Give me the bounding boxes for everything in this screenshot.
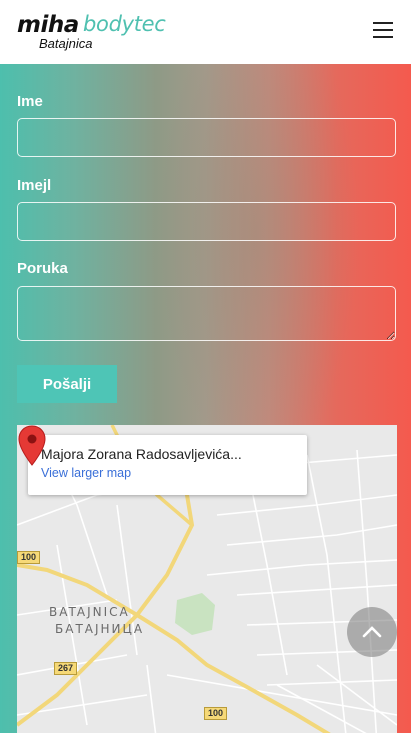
email-label: Imejl: [17, 177, 52, 194]
message-label: Poruka: [17, 260, 68, 277]
embedded-map[interactable]: Majora Zorana Radosavljevića... View lar…: [17, 425, 397, 733]
name-input[interactable]: [17, 118, 396, 157]
map-pin-icon[interactable]: [17, 425, 47, 467]
road-shield: 267: [54, 662, 78, 675]
map-area-label-cyrillic: БАТАЈНИЦА: [55, 622, 145, 636]
site-logo[interactable]: miha bodytec Batajnica: [17, 12, 167, 52]
logo-word-miha: miha: [17, 12, 79, 38]
road-shield: 100: [17, 551, 41, 564]
message-textarea[interactable]: [17, 286, 396, 341]
site-header: miha bodytec Batajnica: [0, 0, 411, 64]
view-larger-map-link[interactable]: View larger map: [41, 466, 131, 480]
road-shield: 100: [204, 707, 228, 720]
map-area-label-latin: BATAJNICA: [49, 605, 130, 619]
contact-section: Ime Imejl Poruka Pošalji Majora Zorana R…: [0, 64, 411, 733]
logo-location: Batajnica: [39, 36, 93, 51]
email-input[interactable]: [17, 202, 396, 241]
chevron-up-icon: [362, 626, 382, 638]
map-info-card: Majora Zorana Radosavljevića... View lar…: [28, 435, 307, 495]
map-place-name: Majora Zorana Radosavljevića...: [41, 446, 242, 462]
name-label: Ime: [17, 93, 43, 110]
hamburger-menu-icon[interactable]: [373, 22, 395, 40]
logo-word-bodytec: bodytec: [83, 12, 166, 36]
scroll-to-top-button[interactable]: [347, 607, 397, 657]
submit-button[interactable]: Pošalji: [17, 365, 117, 403]
